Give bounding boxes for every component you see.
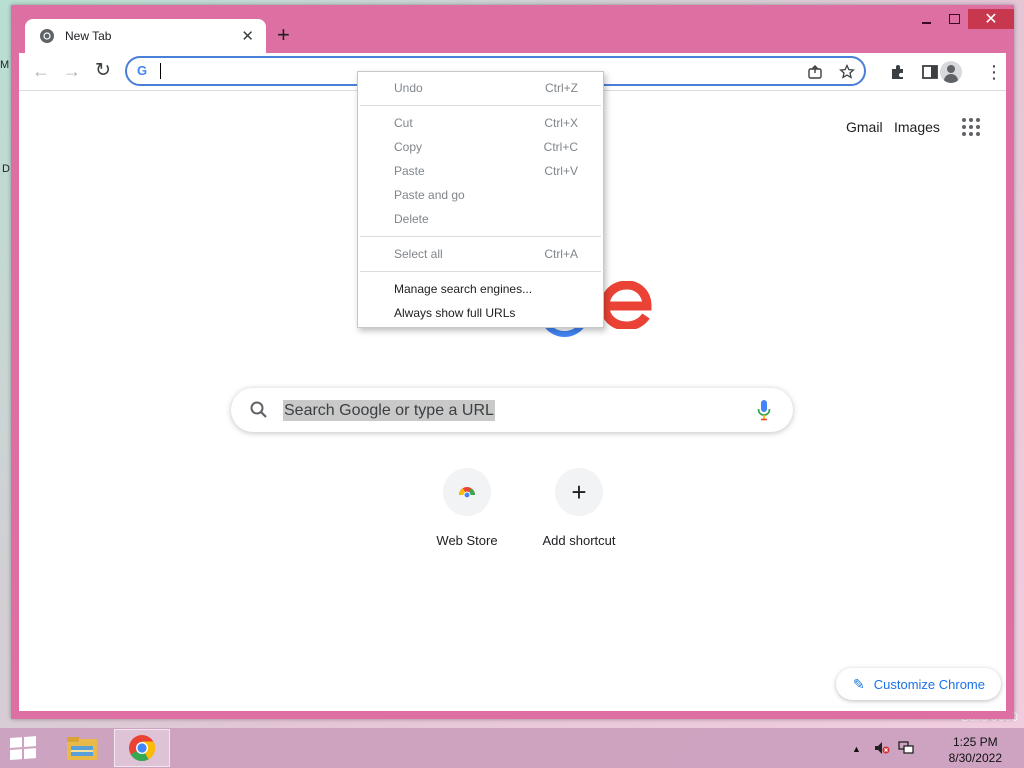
google-logo-fragment-red	[600, 281, 652, 329]
gmail-link[interactable]: Gmail	[846, 119, 883, 135]
microphone-icon[interactable]	[757, 399, 771, 421]
menu-item-always-show-full-urls[interactable]: Always show full URLs	[358, 301, 603, 325]
speaker-muted-icon[interactable]	[874, 741, 890, 755]
pencil-icon: ✎	[853, 675, 865, 692]
menu-item-paste-and-go[interactable]: Paste and go	[358, 183, 603, 207]
tab-new-tab[interactable]: New Tab ✕	[25, 19, 266, 53]
menu-item-paste[interactable]: Paste Ctrl+V	[358, 159, 603, 183]
chrome-menu-icon[interactable]: ⋮	[985, 62, 1003, 82]
menu-item-label: Always show full URLs	[394, 306, 516, 320]
folder-icon	[67, 737, 97, 760]
menu-item-label: Undo	[394, 81, 423, 95]
profile-avatar[interactable]	[940, 61, 962, 83]
menu-item-undo[interactable]: Undo Ctrl+Z	[358, 76, 603, 100]
chrome-favicon-icon	[40, 29, 54, 43]
menu-item-delete[interactable]: Delete	[358, 207, 603, 231]
omnibox-context-menu: Undo Ctrl+Z Cut Ctrl+X Copy Ctrl+C Paste…	[357, 71, 604, 328]
new-tab-button[interactable]: +	[277, 24, 290, 46]
forward-button[interactable]: →	[63, 61, 81, 81]
network-icon[interactable]	[898, 741, 914, 755]
menu-item-manage-search-engines[interactable]: Manage search engines...	[358, 277, 603, 301]
back-button[interactable]: ←	[32, 61, 50, 81]
menu-item-label: Cut	[394, 116, 413, 130]
shortcut-label: Add shortcut	[542, 533, 616, 548]
menu-separator	[360, 236, 601, 237]
minimize-button[interactable]	[912, 9, 940, 29]
extensions-puzzle-icon[interactable]	[889, 63, 907, 81]
menu-item-label: Select all	[394, 247, 443, 261]
desktop-fragment: M	[0, 59, 10, 71]
file-explorer-taskbar-button[interactable]	[54, 729, 110, 767]
menu-item-shortcut: Ctrl+A	[544, 247, 578, 261]
maximize-button[interactable]	[940, 9, 968, 29]
search-placeholder[interactable]: Search Google or type a URL	[283, 400, 495, 421]
text-caret	[160, 63, 161, 79]
tray-overflow-icon[interactable]: ▲	[852, 744, 861, 754]
customize-chrome-button[interactable]: ✎ Customize Chrome	[836, 668, 1001, 700]
share-icon[interactable]	[807, 64, 823, 80]
shortcut-label: Web Store	[436, 533, 498, 548]
chrome-taskbar-button[interactable]	[114, 729, 170, 767]
menu-item-label: Copy	[394, 140, 423, 154]
menu-separator	[360, 271, 601, 272]
system-clock[interactable]: 1:25 PM 8/30/2022	[949, 734, 1002, 766]
web-store-icon	[443, 468, 491, 516]
plus-icon: +	[555, 468, 603, 516]
clock-date: 8/30/2022	[948, 751, 1002, 765]
menu-item-shortcut: Ctrl+Z	[545, 81, 578, 95]
google-apps-icon[interactable]	[962, 118, 980, 136]
customize-label: Customize Chrome	[873, 676, 985, 692]
menu-item-shortcut: Ctrl+X	[544, 116, 578, 130]
desktop-fragment: D	[2, 163, 10, 175]
menu-separator	[360, 105, 601, 106]
chrome-icon	[129, 735, 156, 762]
menu-item-label: Paste	[394, 164, 425, 178]
menu-item-cut[interactable]: Cut Ctrl+X	[358, 111, 603, 135]
images-link[interactable]: Images	[894, 119, 940, 135]
clock-time: 1:25 PM	[952, 735, 998, 749]
windows-taskbar: ▲ 1:25 PM 8/30/2022	[0, 728, 1024, 768]
menu-item-label: Manage search engines...	[394, 282, 533, 296]
tab-close-icon[interactable]: ✕	[241, 27, 254, 45]
shortcut-web-store[interactable]: Web Store	[411, 468, 523, 548]
menu-item-shortcut: Ctrl+V	[544, 164, 578, 178]
menu-item-label: Delete	[394, 212, 429, 226]
google-g-icon: G	[137, 63, 148, 78]
reload-button[interactable]: ↻	[95, 61, 111, 81]
star-icon[interactable]	[839, 64, 855, 80]
window-controls: ✕	[912, 9, 1014, 29]
shortcut-add[interactable]: + Add shortcut	[523, 468, 635, 548]
menu-item-select-all[interactable]: Select all Ctrl+A	[358, 242, 603, 266]
tab-title: New Tab	[65, 29, 112, 43]
side-panel-icon[interactable]	[921, 63, 939, 81]
close-window-button[interactable]: ✕	[968, 9, 1014, 29]
search-icon	[250, 401, 267, 418]
menu-item-shortcut: Ctrl+C	[543, 140, 578, 154]
ntp-search-box[interactable]: Search Google or type a URL	[231, 388, 793, 432]
windows-start-icon[interactable]	[10, 736, 38, 760]
menu-item-label: Paste and go	[394, 188, 465, 202]
menu-item-copy[interactable]: Copy Ctrl+C	[358, 135, 603, 159]
